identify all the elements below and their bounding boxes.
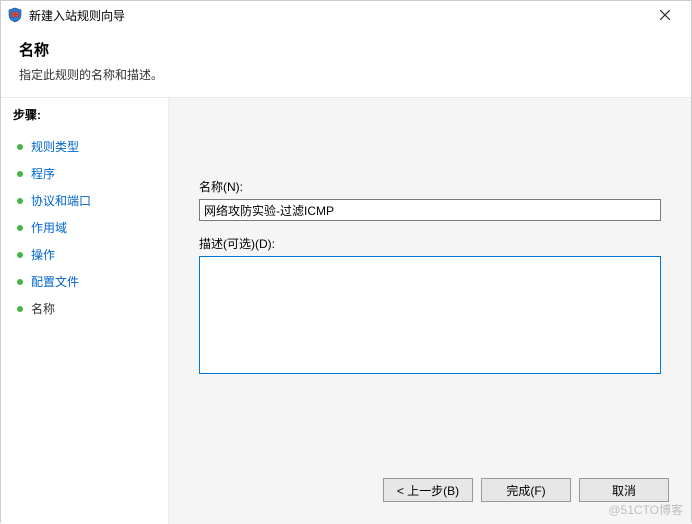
sidebar-item-scope[interactable]: 作用域 — [13, 214, 156, 241]
description-textarea[interactable] — [199, 256, 661, 374]
wizard-buttons: < 上一步(B) 完成(F) 取消 — [383, 478, 669, 502]
bullet-icon — [17, 171, 23, 177]
sidebar-item-profile[interactable]: 配置文件 — [13, 268, 156, 295]
bullet-icon — [17, 144, 23, 150]
sidebar-item-protocol-port[interactable]: 协议和端口 — [13, 187, 156, 214]
watermark: @51CTO博客 — [608, 501, 683, 518]
back-button[interactable]: < 上一步(B) — [383, 478, 473, 502]
main-panel: 名称(N): 描述(可选)(D): — [169, 98, 691, 524]
bullet-icon — [17, 306, 23, 312]
firewall-icon — [7, 7, 23, 23]
name-input[interactable] — [199, 199, 661, 221]
sidebar-item-rule-type[interactable]: 规则类型 — [13, 133, 156, 160]
sidebar-item-action[interactable]: 操作 — [13, 241, 156, 268]
sidebar-item-program[interactable]: 程序 — [13, 160, 156, 187]
sidebar-item-name: 名称 — [13, 295, 156, 322]
wizard-header: 名称 指定此规则的名称和描述。 — [1, 29, 691, 97]
bullet-icon — [17, 225, 23, 231]
sidebar-item-label: 规则类型 — [31, 138, 79, 155]
page-subtitle: 指定此规则的名称和描述。 — [19, 66, 673, 83]
sidebar-item-label: 程序 — [31, 165, 55, 182]
sidebar-item-label: 协议和端口 — [31, 192, 91, 209]
bullet-icon — [17, 252, 23, 258]
description-label: 描述(可选)(D): — [199, 235, 661, 252]
sidebar-item-label: 操作 — [31, 246, 55, 263]
name-label: 名称(N): — [199, 178, 661, 195]
steps-label: 步骤: — [13, 106, 156, 123]
sidebar-item-label: 配置文件 — [31, 273, 79, 290]
titlebar: 新建入站规则向导 — [1, 1, 691, 29]
window-title: 新建入站规则向导 — [29, 7, 125, 24]
close-button[interactable] — [645, 1, 685, 29]
sidebar-item-label: 作用域 — [31, 219, 67, 236]
page-title: 名称 — [19, 39, 673, 60]
sidebar-item-label: 名称 — [31, 300, 55, 317]
bullet-icon — [17, 198, 23, 204]
steps-sidebar: 步骤: 规则类型 程序 协议和端口 作用域 操作 — [1, 98, 169, 524]
cancel-button[interactable]: 取消 — [579, 478, 669, 502]
finish-button[interactable]: 完成(F) — [481, 478, 571, 502]
bullet-icon — [17, 279, 23, 285]
